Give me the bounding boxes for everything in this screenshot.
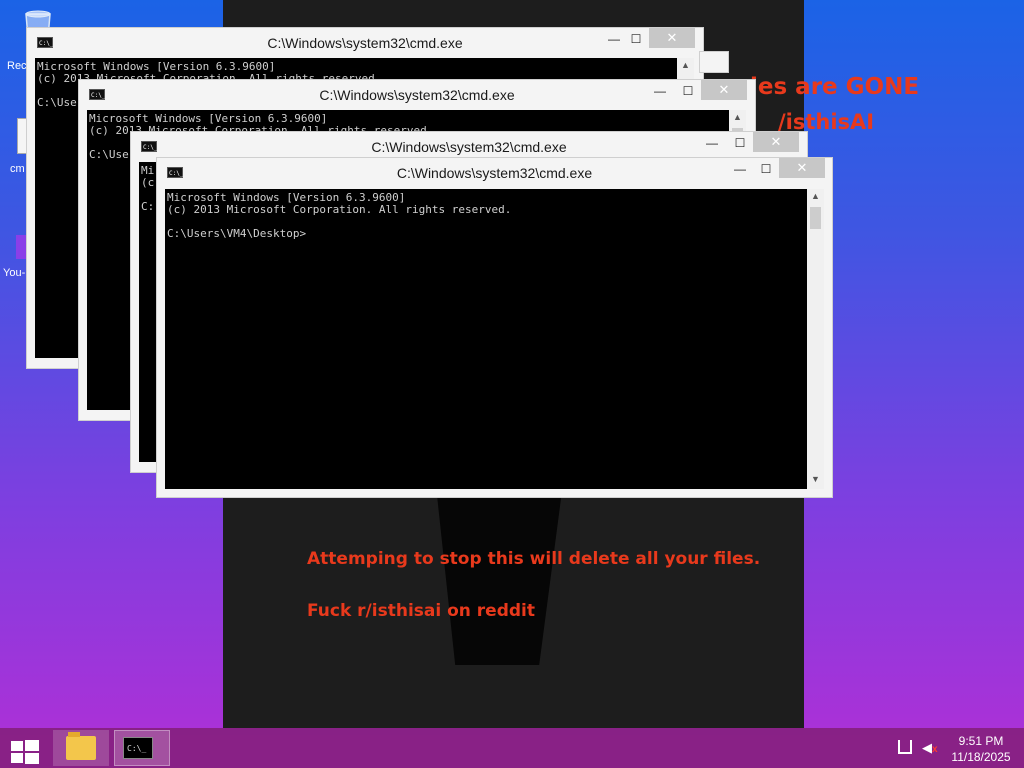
cmd-window-fragment (700, 52, 728, 72)
volume-muted-mark: x (932, 744, 938, 755)
wallpaper-reddit-line: Fuck r/isthisai on reddit (307, 601, 536, 621)
scroll-up-arrow[interactable]: ▲ (807, 191, 824, 201)
maximize-button[interactable]: ☐ (753, 161, 779, 179)
folder-icon (66, 732, 96, 760)
console-line: (c (141, 176, 155, 189)
title-bar[interactable]: C:\_ C:\Windows\system32\cmd.exe — ☐ ✕ (131, 132, 807, 160)
maximize-button[interactable]: ☐ (623, 31, 649, 49)
console-line: (c) 2013 Microsoft Corporation. All righ… (167, 203, 512, 216)
close-button[interactable]: ✕ (649, 28, 695, 48)
wallpaper-text-gone: les are GONE (750, 74, 920, 100)
console-output[interactable]: Microsoft Windows [Version 6.3.9600] (c)… (165, 189, 807, 489)
scroll-up-arrow[interactable]: ▲ (729, 112, 746, 122)
wallpaper-warning-line: Attemping to stop this will delete all y… (307, 549, 761, 569)
scroll-thumb[interactable] (810, 207, 821, 229)
minimize-button[interactable]: — (647, 83, 673, 101)
clock-date[interactable]: 11/18/2025 (945, 750, 1017, 764)
console-prompt: C:\Use (37, 96, 77, 109)
console-prompt: C: (141, 200, 155, 213)
maximize-button[interactable]: ☐ (727, 135, 753, 153)
app-file-label: You- (3, 267, 26, 279)
close-button[interactable]: ✕ (753, 132, 799, 152)
close-button[interactable]: ✕ (701, 80, 747, 100)
start-button[interactable] (8, 734, 40, 764)
cmd-file-label: cm (10, 163, 25, 175)
cmd-window-active[interactable]: C:\_ C:\Windows\system32\cmd.exe — ☐ ✕ M… (157, 158, 832, 497)
volume-muted-icon[interactable]: ◀x (922, 740, 938, 756)
scroll-down-arrow[interactable]: ▼ (807, 474, 824, 484)
clock-time[interactable]: 9:51 PM (950, 734, 1012, 748)
console-prompt: C:\Use (89, 148, 129, 161)
taskbar: C:\_ ◀x 9:51 PM 11/18/2025 (0, 728, 1024, 768)
title-bar[interactable]: C:\_ C:\Windows\system32\cmd.exe — ☐ ✕ (79, 80, 755, 108)
app-file-icon[interactable] (16, 235, 26, 259)
close-button[interactable]: ✕ (779, 158, 825, 178)
scroll-up-arrow[interactable]: ▲ (677, 60, 694, 70)
wallpaper-text-isthisai: /isthisAI (778, 110, 875, 134)
console-prompt: C:\Users\VM4\Desktop> (167, 227, 307, 240)
network-icon[interactable] (898, 740, 912, 754)
cmd-icon: C:\_ (123, 737, 153, 759)
minimize-button[interactable]: — (727, 161, 753, 179)
title-bar[interactable]: C:\_ C:\Windows\system32\cmd.exe — ☐ ✕ (27, 28, 703, 56)
recycle-bin-label: Rec (7, 60, 27, 72)
title-bar[interactable]: C:\_ C:\Windows\system32\cmd.exe — ☐ ✕ (157, 158, 832, 186)
minimize-button[interactable]: — (699, 135, 725, 153)
windows-logo-icon (11, 741, 23, 751)
taskbar-file-explorer-button[interactable] (53, 730, 109, 766)
taskbar-cmd-button[interactable]: C:\_ (114, 730, 170, 766)
maximize-button[interactable]: ☐ (675, 83, 701, 101)
vertical-scrollbar[interactable]: ▲ ▼ (807, 189, 824, 489)
